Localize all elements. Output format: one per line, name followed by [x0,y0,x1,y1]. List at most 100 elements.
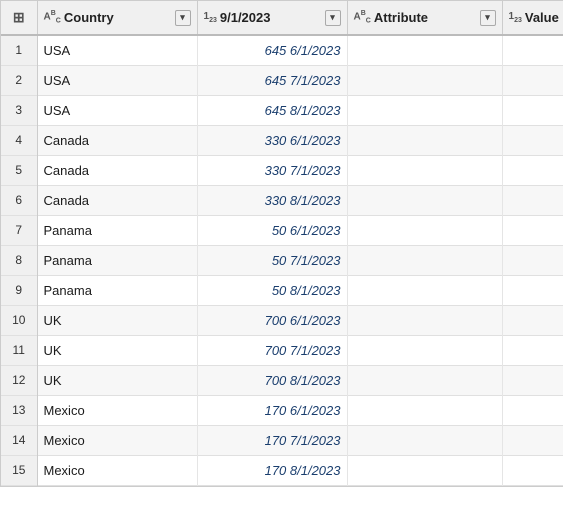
value-column-header[interactable]: 123 Value ▾ [502,1,563,35]
row-number: 5 [1,155,37,185]
date-cell: 330 6/1/2023 [197,125,347,155]
attribute-cell [347,305,502,335]
table-row: 14Mexico170 7/1/2023 180 [1,425,563,455]
value-cell: 357 [502,125,563,155]
value-cell: 450 [502,65,563,95]
attribute-column-label: Attribute [374,10,477,25]
attribute-cell [347,95,502,125]
table-row: 10UK700 6/1/2023 543 [1,305,563,335]
table-row: 1USA645 6/1/2023 785 [1,35,563,65]
date-cell: 645 8/1/2023 [197,95,347,125]
date-cell: 50 8/1/2023 [197,275,347,305]
country-column-label: Country [64,10,172,25]
attribute-dropdown-button[interactable]: ▾ [480,10,496,26]
table-row: 3USA645 8/1/2023 567 [1,95,563,125]
value-cell: 80 [502,275,563,305]
table-row: 15Mexico170 8/1/2023 204 [1,455,563,485]
attribute-cell [347,425,502,455]
country-dropdown-button[interactable]: ▾ [175,10,191,26]
date-cell: 50 6/1/2023 [197,215,347,245]
data-table: ⊞ ABC Country ▾ 123 9/1/2023 ▾ [0,0,563,487]
attribute-cell [347,35,502,65]
country-cell: Canada [37,125,197,155]
attribute-cell [347,335,502,365]
date-cell: 50 7/1/2023 [197,245,347,275]
date-cell: 330 7/1/2023 [197,155,347,185]
date-cell: 170 7/1/2023 [197,425,347,455]
date-type-icon: 123 [204,11,217,24]
attribute-cell [347,365,502,395]
attribute-cell [347,125,502,155]
country-cell: Mexico [37,425,197,455]
date-column-label: 9/1/2023 [220,10,322,25]
table-row: 8Panama50 7/1/202340 [1,245,563,275]
country-type-icon: ABC [44,10,61,24]
date-cell: 700 6/1/2023 [197,305,347,335]
grid-icon: ⊞ [13,9,25,25]
country-cell: Panama [37,275,197,305]
row-number: 10 [1,305,37,335]
date-cell: 700 7/1/2023 [197,335,347,365]
attribute-cell [347,155,502,185]
country-cell: UK [37,335,197,365]
country-cell: Canada [37,155,197,185]
value-column-label: Value [525,10,563,25]
country-cell: Canada [37,185,197,215]
country-cell: USA [37,95,197,125]
date-column-header[interactable]: 123 9/1/2023 ▾ [197,1,347,35]
date-cell: 700 8/1/2023 [197,365,347,395]
country-column-header[interactable]: ABC Country ▾ [37,1,197,35]
country-cell: Panama [37,215,197,245]
attribute-column-header[interactable]: ABC Attribute ▾ [347,1,502,35]
value-type-icon: 123 [509,11,522,24]
table-row: 2USA645 7/1/2023 450 [1,65,563,95]
value-cell: 400 [502,365,563,395]
row-number: 7 [1,215,37,245]
attribute-cell [347,245,502,275]
country-cell: USA [37,65,197,95]
country-cell: Mexico [37,395,197,425]
value-cell: 180 [502,425,563,455]
table-row: 5Canada330 7/1/2023 421 [1,155,563,185]
table-row: 12UK700 8/1/2023 400 [1,365,563,395]
country-cell: USA [37,35,197,65]
table-row: 13Mexico170 6/1/2023150 [1,395,563,425]
row-number: 3 [1,95,37,125]
date-cell: 170 8/1/2023 [197,455,347,485]
table-row: 11UK700 7/1/2023 435 [1,335,563,365]
row-number: 14 [1,425,37,455]
table-row: 4Canada330 6/1/2023 357 [1,125,563,155]
table-row: 6Canada330 8/1/2023254 [1,185,563,215]
attribute-cell [347,455,502,485]
row-number-header: ⊞ [1,1,37,35]
attribute-cell [347,65,502,95]
value-cell: 543 [502,305,563,335]
row-number: 1 [1,35,37,65]
attribute-cell [347,275,502,305]
row-number: 4 [1,125,37,155]
value-cell: 785 [502,35,563,65]
date-dropdown-button[interactable]: ▾ [325,10,341,26]
value-cell: 567 [502,95,563,125]
value-cell: 435 [502,335,563,365]
row-number: 2 [1,65,37,95]
country-cell: UK [37,365,197,395]
value-cell: 204 [502,455,563,485]
date-cell: 330 8/1/2023 [197,185,347,215]
value-cell: 40 [502,245,563,275]
country-cell: Mexico [37,455,197,485]
value-cell: 150 [502,395,563,425]
date-cell: 645 6/1/2023 [197,35,347,65]
table-row: 9Panama50 8/1/2023 80 [1,275,563,305]
attribute-cell [347,395,502,425]
row-number: 15 [1,455,37,485]
row-number: 12 [1,365,37,395]
country-cell: Panama [37,245,197,275]
date-cell: 645 7/1/2023 [197,65,347,95]
row-number: 11 [1,335,37,365]
attribute-cell [347,185,502,215]
value-cell: 20 [502,215,563,245]
row-number: 9 [1,275,37,305]
country-cell: UK [37,305,197,335]
value-cell: 421 [502,155,563,185]
